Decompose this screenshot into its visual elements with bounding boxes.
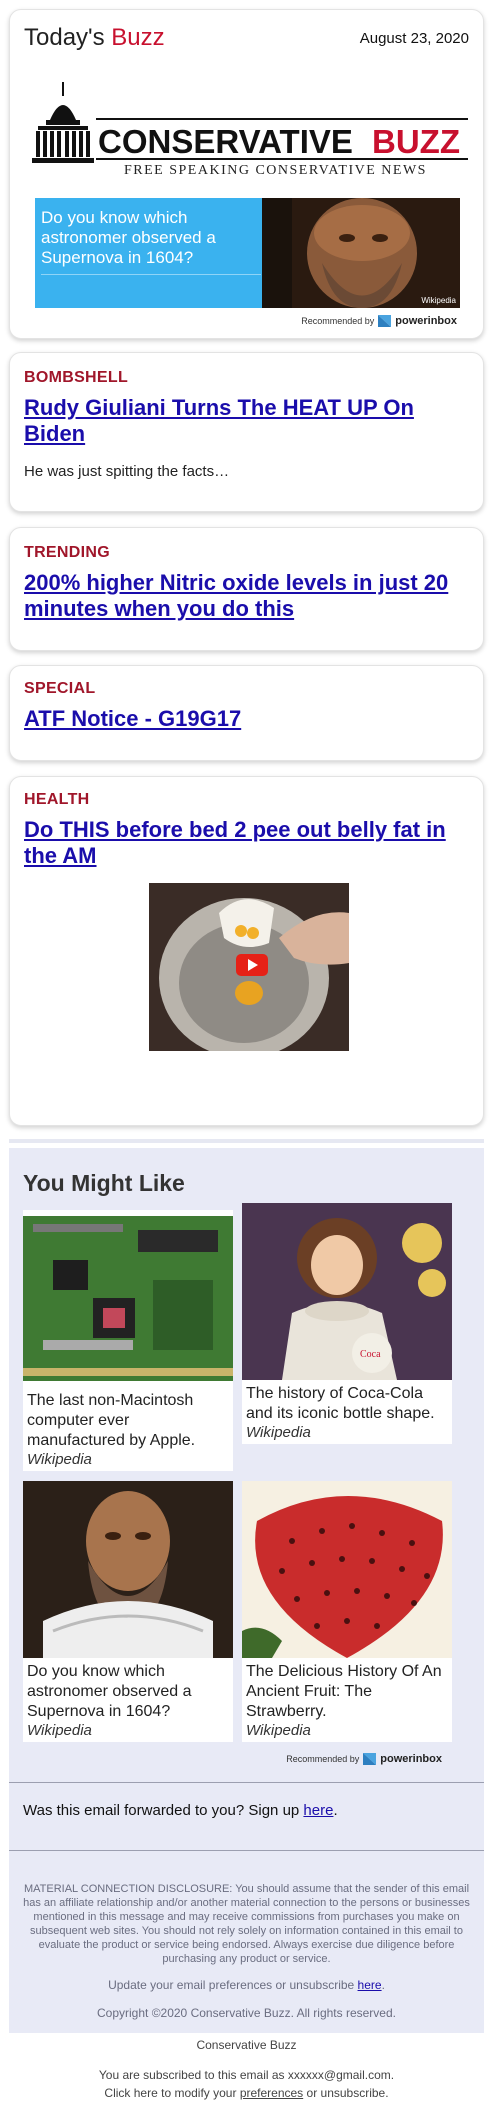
powerinbox-icon	[378, 315, 392, 327]
svg-text:BUZZ: BUZZ	[372, 123, 460, 160]
section-divider	[9, 1139, 484, 1143]
preferences-text: Update your email preferences or unsubsc…	[108, 1978, 385, 1992]
recommendation-text: The Delicious History Of An Ancient Frui…	[246, 1663, 442, 1720]
conservative-buzz-logo[interactable]: CONSERVATIVE BUZZ FREE SPEAKING CONSERVA…	[32, 80, 472, 180]
article-headline-link[interactable]: Do THIS before bed 2 pee out belly fat i…	[24, 817, 469, 869]
top-ad-banner[interactable]: Do you know which astronomer observed a …	[35, 198, 460, 308]
strawberry-image	[242, 1481, 452, 1658]
ad-source-caption: Wikipedia	[421, 296, 456, 305]
circuit-board-image	[23, 1210, 233, 1387]
recommendation-text: The last non-Macintosh computer ever man…	[27, 1392, 196, 1449]
recommendation-card[interactable]: Coca The history of Coca-Cola and its ic…	[242, 1203, 452, 1444]
divider	[9, 1782, 484, 1783]
footer-modify-text: Click here to modify your preferences or…	[104, 2086, 389, 2100]
coca-cola-lady-image: Coca	[242, 1203, 452, 1380]
article-category: SPECIAL	[24, 680, 96, 697]
article-category: TRENDING	[24, 544, 110, 561]
recommendation-source: Wikipedia	[246, 1722, 311, 1739]
article-card-trending: TRENDING 200% higher Nitric oxide levels…	[9, 527, 484, 651]
unsubscribe-link[interactable]: here	[358, 1978, 382, 1992]
article-card-bombshell: BOMBSHELL Rudy Giuliani Turns The HEAT U…	[9, 352, 484, 512]
recommendation-card[interactable]: The last non-Macintosh computer ever man…	[23, 1210, 233, 1471]
svg-text:Coca: Coca	[360, 1349, 381, 1360]
astronomer-portrait-image	[23, 1481, 233, 1658]
article-card-health: HEALTH Do THIS before bed 2 pee out bell…	[9, 776, 484, 1126]
preferences-link[interactable]: preferences	[240, 2086, 303, 2100]
article-teaser: He was just spitting the facts…	[24, 463, 230, 480]
recommendation-text: The history of Coca-Cola and its iconic …	[246, 1385, 435, 1422]
signup-link[interactable]: here	[303, 1802, 333, 1819]
you-might-like-section: You Might Like The last non-Macintosh co…	[9, 1148, 484, 2033]
recommendation-source: Wikipedia	[246, 1424, 311, 1441]
header-card: Today's Buzz August 23, 2020 CONSERVATIV…	[9, 9, 484, 339]
article-headline-link[interactable]: ATF Notice - G19G17	[24, 706, 469, 732]
disclosure-text: MATERIAL CONNECTION DISCLOSURE: You shou…	[23, 1883, 470, 1965]
video-thumbnail[interactable]	[149, 883, 349, 1051]
divider	[9, 1850, 484, 1851]
forwarded-signup-text: Was this email forwarded to you? Sign up…	[23, 1802, 338, 1819]
article-headline-link[interactable]: Rudy Giuliani Turns The HEAT UP On Biden	[24, 395, 469, 447]
recommendation-text: Do you know which astronomer observed a …	[27, 1663, 192, 1720]
ad-divider	[41, 274, 261, 275]
article-card-special: SPECIAL ATF Notice - G19G17	[9, 665, 484, 761]
recommended-by-powerinbox[interactable]: Recommended by powerinbox	[301, 315, 457, 327]
recommended-by-powerinbox[interactable]: Recommended by powerinbox	[286, 1753, 442, 1765]
issue-date: August 23, 2020	[359, 30, 469, 47]
recommendation-card[interactable]: Do you know which astronomer observed a …	[23, 1481, 233, 1742]
svg-text:FREE SPEAKING CONSERVATIVE NEW: FREE SPEAKING CONSERVATIVE NEWS	[124, 163, 427, 178]
footer-subscribed-text: You are subscribed to this email as xxxx…	[98, 2068, 395, 2082]
astronomer-portrait-image	[262, 198, 460, 308]
ad-text: Do you know which astronomer observed a …	[41, 208, 216, 267]
newsletter-title: Today's Buzz	[24, 24, 165, 51]
capitol-dome-icon	[32, 82, 94, 163]
play-button-icon[interactable]	[236, 954, 268, 976]
recommendation-source: Wikipedia	[27, 1451, 92, 1468]
recommendation-card[interactable]: The Delicious History Of An Ancient Frui…	[242, 1481, 452, 1742]
powerinbox-icon	[363, 1753, 377, 1765]
article-headline-link[interactable]: 200% higher Nitric oxide levels in just …	[24, 570, 469, 622]
svg-text:CONSERVATIVE: CONSERVATIVE	[98, 123, 353, 160]
article-category: BOMBSHELL	[24, 369, 129, 386]
recommendation-source: Wikipedia	[27, 1722, 92, 1739]
article-category: HEALTH	[24, 791, 90, 808]
section-title: You Might Like	[23, 1170, 185, 1196]
footer-brand: Conservative Buzz	[196, 2038, 297, 2052]
copyright-text: Copyright ©2020 Conservative Buzz. All r…	[97, 2006, 396, 2020]
